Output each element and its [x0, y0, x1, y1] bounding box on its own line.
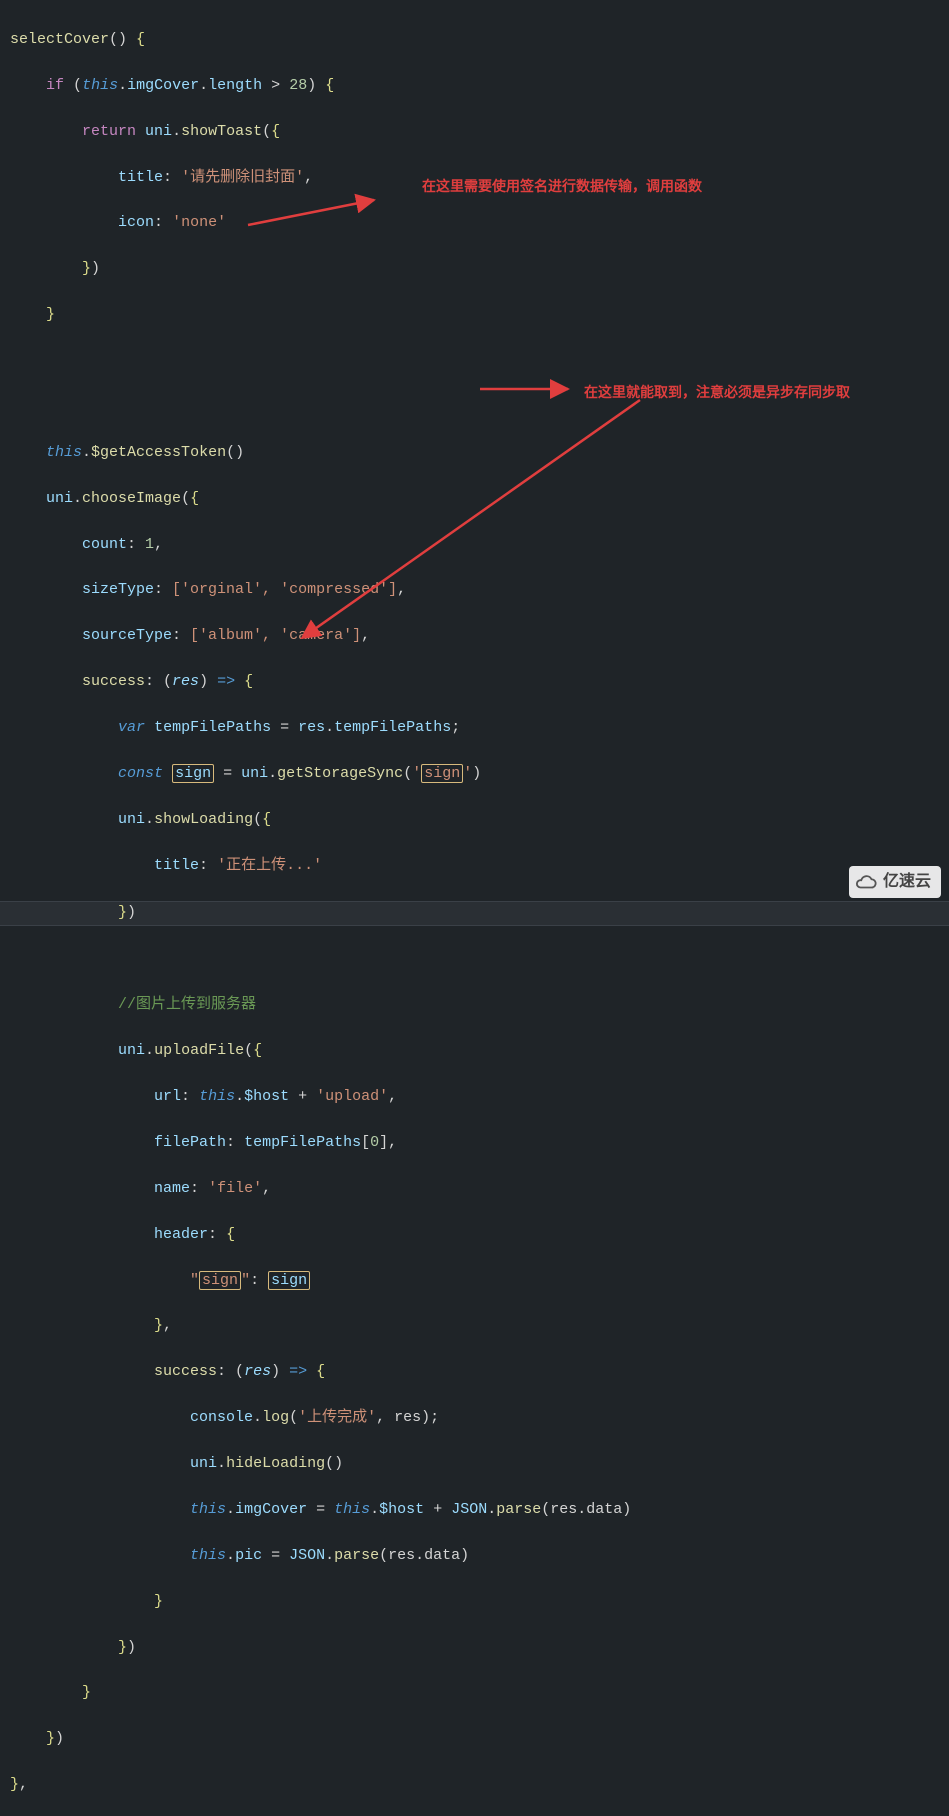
- annotation-right: 在这里就能取到，注意必须是异步存同步取: [584, 382, 850, 403]
- code-line: //图片上传到服务器: [10, 994, 949, 1017]
- toast-title: '请先删除旧封面': [181, 169, 304, 186]
- code-line: }: [10, 1591, 949, 1614]
- code-line: const sign = uni.getStorageSync('sign'): [10, 763, 949, 786]
- code-line: sizeType: ['orginal', 'compressed'],: [10, 579, 949, 602]
- max-length: 28: [289, 77, 307, 94]
- code-line: },: [10, 1315, 949, 1338]
- code-line: name: 'file',: [10, 1178, 949, 1201]
- fn-name: selectCover: [10, 31, 109, 48]
- code-line: console.log('上传完成', res);: [10, 1407, 949, 1430]
- code-line: [10, 948, 949, 971]
- code-line: success: (res) => {: [10, 1361, 949, 1384]
- code-line: var tempFilePaths = res.res.tempFilePath…: [10, 717, 949, 740]
- code-line: header: {: [10, 1224, 949, 1247]
- code-line: this.imgCover = this.$host + JSON.parse(…: [10, 1499, 949, 1522]
- count: 1: [145, 536, 154, 553]
- code-line: },: [10, 1774, 949, 1797]
- code-line: this.pic = JSON.parse(res.data): [10, 1545, 949, 1568]
- code-editor: selectCover() { if (this.imgCover.length…: [0, 0, 949, 908]
- code-line-active: }): [0, 901, 949, 926]
- loading-title: '正在上传...': [217, 857, 322, 874]
- watermark: 亿速云: [849, 866, 941, 898]
- code-line: uni.hideLoading(): [10, 1453, 949, 1476]
- filepath-idx: 0: [370, 1134, 379, 1151]
- upload-comment: //图片上传到服务器: [118, 996, 256, 1013]
- code-line: success: (res) => {: [10, 671, 949, 694]
- code-line: if (this.imgCover.length > 28) {: [10, 75, 949, 98]
- code-line: url: this.$host + 'upload',: [10, 1086, 949, 1109]
- choose-image: chooseImage: [82, 490, 181, 507]
- code-line: [10, 350, 949, 373]
- code-line: return uni.showToast({: [10, 121, 949, 144]
- toast-icon: 'none': [172, 214, 226, 231]
- code-line: }): [10, 258, 949, 281]
- token-call: $getAccessToken: [91, 444, 226, 461]
- code-line: uni.showLoading({: [10, 809, 949, 832]
- code-line: "sign": sign: [10, 1270, 949, 1293]
- upload-url: 'upload': [316, 1088, 388, 1105]
- code-line: uni.uploadFile({: [10, 1040, 949, 1063]
- code-line: }): [10, 1728, 949, 1751]
- temp-var: tempFilePaths: [154, 719, 271, 736]
- code-line: this.$getAccessToken(): [10, 442, 949, 465]
- code-line: uni.chooseImage({: [10, 488, 949, 511]
- code-line: }: [10, 304, 949, 327]
- watermark-text: 亿速云: [883, 870, 931, 894]
- size-type: ['orginal', 'compressed']: [172, 581, 397, 598]
- code-line: }: [10, 1682, 949, 1705]
- code-line: filePath: tempFilePaths[0],: [10, 1132, 949, 1155]
- name-str: 'file': [208, 1180, 262, 1197]
- log-str: '上传完成': [298, 1409, 376, 1426]
- code-line: sourceType: ['album', 'camera'],: [10, 625, 949, 648]
- code-line: count: 1,: [10, 534, 949, 557]
- code-line: }): [10, 1637, 949, 1660]
- source-type: ['album', 'camera']: [190, 627, 361, 644]
- code-line: title: '正在上传...': [10, 855, 949, 878]
- annotation-top: 在这里需要使用签名进行数据传输，调用函数: [422, 176, 702, 197]
- code-line: selectCover() {: [10, 29, 949, 52]
- cloud-icon: [855, 871, 877, 893]
- code-line: icon: 'none': [10, 212, 949, 235]
- sign-var: sign: [172, 764, 214, 783]
